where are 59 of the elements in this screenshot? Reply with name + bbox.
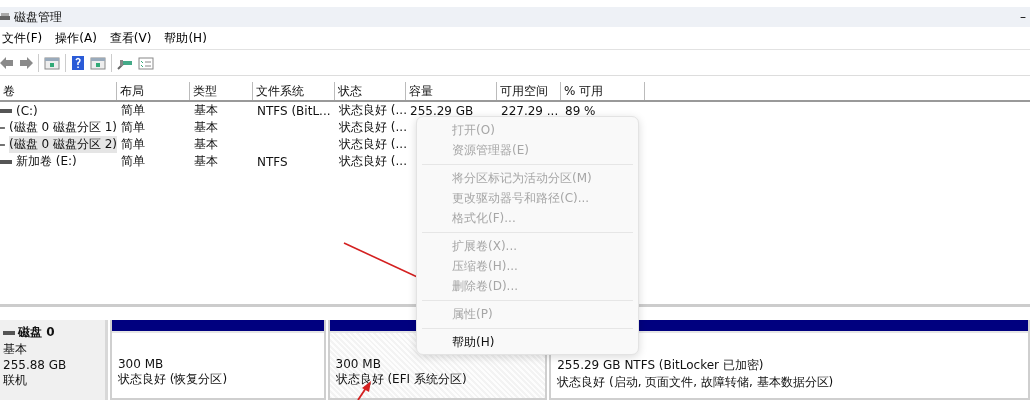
forward-arrow-icon[interactable] bbox=[19, 55, 33, 70]
drive-icon bbox=[0, 108, 12, 113]
table-cell: 227.29 ... bbox=[501, 103, 559, 118]
table-cell: 简单 bbox=[121, 119, 145, 136]
partition-size: 255.29 GB NTFS (BitLocker 已加密) bbox=[557, 357, 765, 374]
table-cell[interactable]: (磁盘 0 磁盘分区 2) bbox=[8, 136, 117, 153]
table-cell[interactable]: 新加卷 (E:) bbox=[16, 153, 77, 170]
table-cell: 89 % bbox=[565, 103, 596, 118]
disk-size: 255.88 GB bbox=[3, 358, 68, 372]
partition-block[interactable]: 300 MB 状态良好 (恢复分区) bbox=[109, 320, 326, 400]
table-cell: 基本 bbox=[194, 119, 218, 136]
table-cell: 状态良好 (... bbox=[339, 153, 407, 170]
column-header[interactable]: 卷 bbox=[0, 82, 117, 100]
drive-icon bbox=[3, 330, 15, 335]
table-cell: 基本 bbox=[194, 153, 218, 170]
column-header[interactable]: % 可用 bbox=[561, 82, 645, 100]
table-cell: NTFS bbox=[257, 154, 288, 169]
disk-type: 基本 bbox=[3, 341, 28, 358]
column-header[interactable]: 可用空间 bbox=[497, 82, 561, 100]
table-cell[interactable]: (磁盘 0 磁盘分区 1) bbox=[8, 119, 117, 136]
menu-item[interactable]: 文件(F) bbox=[0, 29, 50, 47]
disk-status: 联机 bbox=[3, 372, 28, 389]
drive-icon bbox=[0, 12, 10, 22]
menu-item[interactable]: 查看(V) bbox=[107, 29, 159, 47]
partition-status: 状态良好 (EFI 系统分区) bbox=[335, 371, 468, 388]
table-cell: 255.29 GB bbox=[410, 103, 474, 118]
minimize-button[interactable]: – bbox=[1016, 10, 1030, 24]
table-cell: 基本 bbox=[194, 102, 218, 119]
table-cell: 状态良好 (... bbox=[339, 102, 407, 119]
panel-icon[interactable] bbox=[90, 55, 106, 70]
partition-status: 状态良好 (启动, 页面文件, 故障转储, 基本数据分区) bbox=[557, 374, 835, 391]
table-cell: 简单 bbox=[121, 153, 145, 170]
window-title: 磁盘管理 bbox=[14, 8, 62, 26]
table-cell: 简单 bbox=[121, 102, 145, 119]
panel-icon[interactable] bbox=[44, 55, 60, 70]
menu-item[interactable]: 帮助(H) bbox=[162, 29, 214, 47]
disk-name: 磁盘 0 bbox=[18, 324, 55, 341]
table-cell: 简单 bbox=[121, 136, 145, 153]
column-header[interactable]: 布局 bbox=[117, 82, 190, 100]
table-cell: 基本 bbox=[194, 136, 218, 153]
partition-status: 状态良好 (恢复分区) bbox=[117, 371, 229, 388]
menu-item[interactable]: 操作(A) bbox=[53, 29, 104, 47]
back-arrow-icon[interactable] bbox=[0, 55, 14, 70]
table-cell: 状态良好 (... bbox=[339, 119, 407, 136]
column-header[interactable]: 容量 bbox=[406, 82, 497, 100]
partition-size: 300 MB bbox=[117, 357, 165, 371]
list-icon[interactable] bbox=[138, 55, 154, 70]
drive-icon bbox=[0, 159, 12, 164]
table-cell: NTFS (BitL... bbox=[257, 103, 331, 118]
column-header[interactable]: 文件系统 bbox=[253, 82, 335, 100]
drive-icon bbox=[0, 142, 5, 147]
column-header[interactable]: 状态 bbox=[335, 82, 406, 100]
table-cell: 状态良好 (... bbox=[339, 136, 407, 153]
partition-block[interactable]: 255.29 GB NTFS (BitLocker 已加密) 状态良好 (启动, 页面文件, 故障转储, 基本数据分区) bbox=[549, 320, 1030, 400]
partition-size: 300 MB bbox=[335, 357, 382, 371]
drive-icon bbox=[0, 125, 5, 130]
table-cell[interactable]: (C:) bbox=[16, 103, 38, 118]
column-header[interactable]: 类型 bbox=[190, 82, 253, 100]
help-icon[interactable] bbox=[71, 55, 85, 70]
